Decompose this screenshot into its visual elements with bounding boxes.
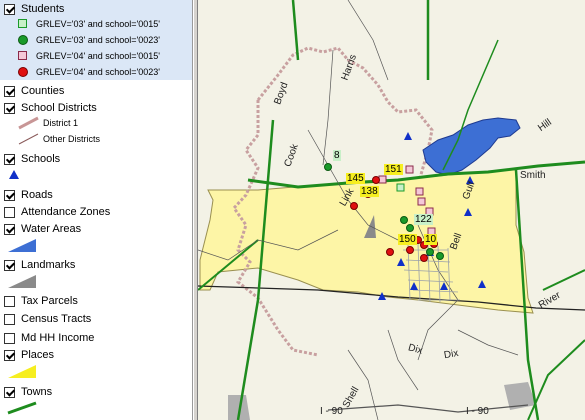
attendance-zones-label: Attendance Zones <box>21 206 111 218</box>
landmarks-checkbox[interactable] <box>4 259 15 271</box>
places-checkbox[interactable] <box>4 349 15 361</box>
layer-counties[interactable]: Counties <box>4 83 64 99</box>
school-icon <box>404 132 412 140</box>
road <box>542 269 585 291</box>
layer-census-tracts[interactable]: Census Tracts <box>4 311 91 327</box>
places-swatch-icon <box>8 365 36 378</box>
landmarks-label: Landmarks <box>21 259 76 271</box>
students-entry-3: GRLEV='04' and school='0015' <box>18 49 160 62</box>
minor-road <box>457 329 519 356</box>
layer-towns[interactable]: Towns <box>4 384 52 400</box>
counties-checkbox[interactable] <box>4 85 15 97</box>
layer-attendance-zones[interactable]: Attendance Zones <box>4 204 110 220</box>
counties-label: Counties <box>21 85 65 97</box>
layer-schools[interactable]: Schools <box>4 151 60 167</box>
student-marker <box>417 197 426 206</box>
count-label: 138 <box>360 186 379 197</box>
red-circle-icon <box>18 66 28 77</box>
count-label: 150 <box>398 234 417 245</box>
count-label: 122 <box>414 214 433 225</box>
road-label: I - 90 <box>320 406 343 417</box>
census-tracts-label: Census Tracts <box>21 313 92 325</box>
md-hh-income-label: Md HH Income <box>21 332 95 344</box>
other-districts-label: Other Districts <box>43 133 101 144</box>
water-swatch-icon <box>8 239 36 252</box>
tax-parcels-checkbox[interactable] <box>4 295 15 307</box>
student-marker <box>436 252 444 260</box>
student-marker <box>396 183 405 192</box>
md-hh-income-checkbox[interactable] <box>4 332 15 344</box>
layer-tax-parcels[interactable]: Tax Parcels <box>4 293 78 309</box>
green-circle-icon <box>18 34 28 45</box>
student-marker <box>405 165 414 174</box>
students-entry-label: GRLEV='04' and school='0015' <box>36 50 160 61</box>
students-entry-label: GRLEV='03' and school='0015' <box>36 18 160 29</box>
landmark-swatch-icon <box>8 275 36 288</box>
other-districts-entry: Other Districts <box>18 132 100 145</box>
towns-checkbox[interactable] <box>4 386 15 398</box>
layer-water-areas[interactable]: Water Areas <box>4 221 81 237</box>
student-marker <box>406 246 414 254</box>
students-entry-label: GRLEV='04' and school='0023' <box>36 66 160 77</box>
student-marker <box>426 248 434 256</box>
minor-road <box>322 49 334 166</box>
school-districts-label: School Districts <box>21 102 97 114</box>
count-label: 10 <box>424 234 438 245</box>
places-label: Places <box>21 349 55 361</box>
student-marker <box>400 216 408 224</box>
water-areas-label: Water Areas <box>21 223 82 235</box>
roads-checkbox[interactable] <box>4 189 15 201</box>
students-entry-4: GRLEV='04' and school='0023' <box>18 65 160 78</box>
schools-label: Schools <box>21 153 61 165</box>
roads-label: Roads <box>21 189 53 201</box>
water-area <box>422 117 521 176</box>
count-label: 8 <box>333 150 341 161</box>
student-marker <box>378 175 387 184</box>
students-label: Students <box>21 3 65 15</box>
student-marker <box>324 163 332 171</box>
layer-landmarks[interactable]: Landmarks <box>4 257 75 273</box>
student-marker <box>406 224 414 232</box>
other-district-line-icon <box>18 133 39 144</box>
district1-label: District 1 <box>43 117 79 128</box>
road-label: I - 90 <box>466 406 489 417</box>
towns-label: Towns <box>21 386 53 398</box>
pink-square-icon <box>18 51 27 60</box>
layer-md-hh-income[interactable]: Md HH Income <box>4 330 94 346</box>
school-triangle-icon <box>9 170 19 179</box>
attendance-zones-checkbox[interactable] <box>4 206 15 218</box>
layer-school-districts[interactable]: School Districts <box>4 100 97 116</box>
water-areas-checkbox[interactable] <box>4 223 15 235</box>
census-tracts-checkbox[interactable] <box>4 313 15 325</box>
light-green-square-icon <box>18 19 27 28</box>
student-marker <box>420 254 428 262</box>
map-canvas[interactable] <box>198 0 585 420</box>
schools-checkbox[interactable] <box>4 153 15 165</box>
student-marker <box>350 202 358 210</box>
map-view[interactable]: Boyd Harris Hill Cook Smith Gulf Link Be… <box>198 0 585 420</box>
student-marker <box>386 248 394 256</box>
legend-panel: Students GRLEV='03' and school='0015' GR… <box>0 0 193 420</box>
students-entry-1: GRLEV='03' and school='0015' <box>18 17 160 30</box>
count-label: 151 <box>384 164 403 175</box>
tax-parcels-label: Tax Parcels <box>21 295 78 307</box>
interstate <box>327 404 529 413</box>
layer-roads[interactable]: Roads <box>4 187 53 203</box>
students-entry-2: GRLEV='03' and school='0023' <box>18 33 160 46</box>
district-line-icon <box>18 116 39 129</box>
school-districts-checkbox[interactable] <box>4 102 15 114</box>
minor-road <box>387 329 419 391</box>
district1-entry: District 1 <box>18 116 78 129</box>
layer-students[interactable]: Students <box>4 1 64 17</box>
layer-places[interactable]: Places <box>4 347 54 363</box>
road <box>291 0 300 61</box>
count-label: 145 <box>346 173 365 184</box>
student-marker <box>415 187 424 196</box>
student-marker <box>372 176 380 184</box>
road-label: Smith <box>520 170 546 181</box>
town-line-icon <box>7 401 37 415</box>
students-checkbox[interactable] <box>4 3 15 15</box>
students-entry-label: GRLEV='03' and school='0023' <box>36 34 160 45</box>
